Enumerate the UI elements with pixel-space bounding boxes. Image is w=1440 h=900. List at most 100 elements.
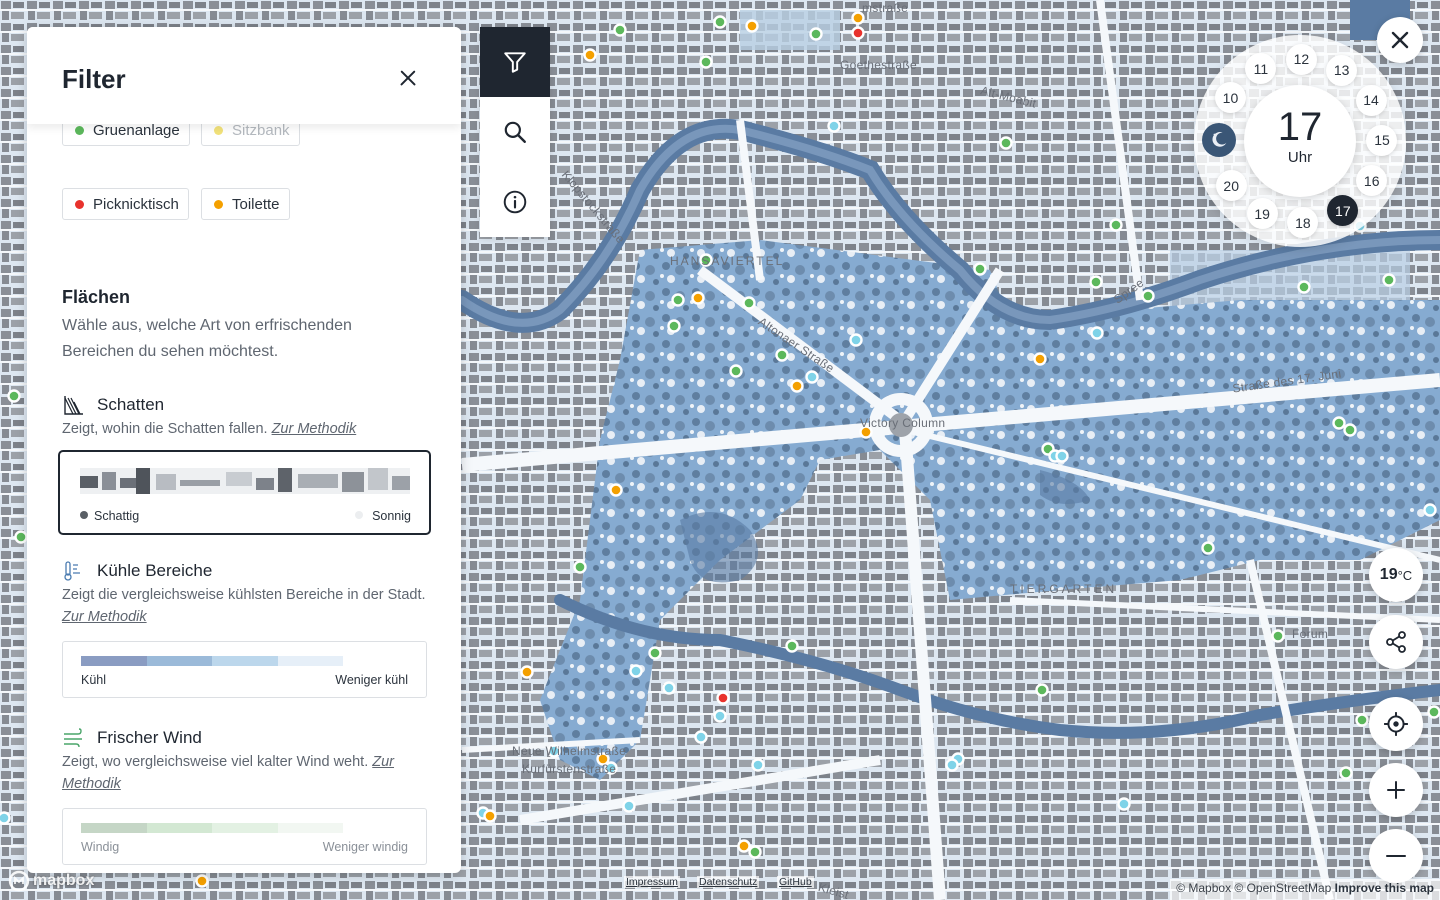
map-poi-marker[interactable] — [7, 389, 21, 403]
map-poi-marker[interactable] — [694, 730, 708, 744]
map-poi-marker[interactable] — [483, 809, 497, 823]
map-poi-marker[interactable] — [945, 758, 959, 772]
map-poi-marker[interactable] — [751, 758, 765, 772]
map-poi-marker[interactable] — [742, 296, 756, 310]
map-poi-marker[interactable] — [1423, 503, 1437, 517]
dial-hour-13[interactable]: 13 — [1326, 54, 1358, 86]
close-view-button[interactable] — [1377, 17, 1423, 63]
dial-hour-18[interactable]: 18 — [1287, 207, 1319, 239]
map-poi-marker[interactable] — [1201, 541, 1215, 555]
map-poi-marker[interactable] — [14, 530, 28, 544]
chip-toilette[interactable]: Toilette — [201, 188, 290, 220]
map-poi-marker[interactable] — [613, 23, 627, 37]
map-poi-marker[interactable] — [1427, 705, 1440, 719]
panel-body[interactable]: Gruenanlage Sitzbank Picknicktisch Toile… — [27, 124, 461, 873]
map-poi-marker[interactable] — [0, 811, 11, 825]
map-poi-marker[interactable] — [691, 291, 705, 305]
map-poi-marker[interactable] — [1297, 280, 1311, 294]
map-poi-marker[interactable] — [648, 646, 662, 660]
dial-hour-12[interactable]: 12 — [1285, 43, 1317, 75]
map-poi-marker[interactable] — [729, 364, 743, 378]
dial-hour-19[interactable]: 19 — [1246, 198, 1278, 230]
datenschutz-link[interactable]: Datenschutz — [697, 876, 760, 888]
map-poi-marker[interactable] — [1035, 683, 1049, 697]
improve-map-link[interactable]: Improve this map — [1335, 881, 1434, 895]
map-poi-marker[interactable] — [667, 319, 681, 333]
map-poi-marker[interactable] — [1090, 326, 1104, 340]
map-poi-marker[interactable] — [1089, 275, 1103, 289]
map-poi-marker[interactable] — [1382, 273, 1396, 287]
impressum-link[interactable]: Impressum — [624, 876, 680, 888]
map-poi-marker[interactable] — [583, 48, 597, 62]
map-poi-marker[interactable] — [662, 681, 676, 695]
map-poi-marker[interactable] — [1271, 629, 1285, 643]
map-poi-marker[interactable] — [1055, 449, 1069, 463]
map-poi-marker[interactable] — [713, 709, 727, 723]
map-poi-marker[interactable] — [713, 15, 727, 29]
cool-scale — [81, 656, 343, 666]
map-poi-marker[interactable] — [1033, 352, 1047, 366]
zoom-out-button[interactable] — [1369, 829, 1423, 883]
map-poi-marker[interactable] — [1355, 713, 1369, 727]
map-poi-marker[interactable] — [1332, 416, 1346, 430]
dial-hour-17[interactable]: 17 — [1327, 195, 1359, 227]
map-poi-marker[interactable] — [745, 19, 759, 33]
chip-picknicktisch[interactable]: Picknicktisch — [62, 188, 189, 220]
map-poi-marker[interactable] — [775, 348, 789, 362]
map-poi-marker[interactable] — [195, 874, 209, 888]
mapbox-logo[interactable]: mapbox — [8, 870, 94, 892]
map-poi-marker[interactable] — [809, 27, 823, 41]
dial-hour-10[interactable]: 10 — [1214, 82, 1246, 114]
legend-schatten[interactable]: Schattig Sonnig — [58, 450, 431, 535]
chip-gruenanlage[interactable]: Gruenanlage — [62, 124, 190, 146]
map-poi-marker[interactable] — [1117, 797, 1131, 811]
dial-hour-14[interactable]: 14 — [1355, 84, 1387, 116]
layer-wind-desc-text: Zeigt, wo vergleichsweise viel kalter Wi… — [62, 754, 369, 770]
legend-left-label: Windig — [81, 840, 120, 854]
map-poi-marker[interactable] — [790, 379, 804, 393]
filter-button[interactable] — [480, 27, 550, 97]
map-poi-marker[interactable] — [671, 293, 685, 307]
map-poi-marker[interactable] — [805, 370, 819, 384]
shadow-scale-graphic — [80, 468, 410, 494]
methodik-link-kuehle[interactable]: Zur Methodik — [62, 609, 147, 625]
dial-hour-15[interactable]: 15 — [1366, 124, 1398, 156]
share-button[interactable] — [1369, 615, 1423, 669]
map-poi-marker[interactable] — [973, 262, 987, 276]
map-poi-marker[interactable] — [1109, 218, 1123, 232]
close-filter-button[interactable] — [393, 63, 423, 93]
dial-hour-16[interactable]: 16 — [1356, 165, 1388, 197]
dial-hour-11[interactable]: 11 — [1245, 53, 1277, 85]
github-link[interactable]: GitHub — [777, 876, 814, 888]
map-poi-marker[interactable] — [629, 664, 643, 678]
map-poi-marker[interactable] — [737, 839, 751, 853]
legend-kuehle[interactable]: Kühl Weniger kühl — [62, 641, 427, 698]
legend-wind[interactable]: Windig Weniger windig — [62, 808, 427, 865]
map-poi-marker[interactable] — [699, 55, 713, 69]
map-poi-marker[interactable] — [622, 799, 636, 813]
map-poi-marker[interactable] — [827, 119, 841, 133]
map-poi-marker[interactable] — [851, 26, 865, 40]
info-button[interactable] — [480, 167, 550, 237]
map-poi-marker[interactable] — [1339, 766, 1353, 780]
map-poi-marker[interactable] — [1141, 289, 1155, 303]
methodik-link-schatten[interactable]: Zur Methodik — [272, 421, 357, 437]
time-dial[interactable]: 10 11 12 13 14 15 16 17 18 19 20 17 Uhr — [1194, 35, 1406, 247]
moon-icon — [1212, 132, 1227, 147]
chip-sitzbank[interactable]: Sitzbank — [201, 124, 300, 146]
map-poi-marker[interactable] — [849, 333, 863, 347]
map-poi-marker[interactable] — [748, 845, 762, 859]
map-poi-marker[interactable] — [609, 483, 623, 497]
search-button[interactable] — [480, 97, 550, 167]
dial-hour-20[interactable]: 20 — [1215, 170, 1247, 202]
map-poi-marker[interactable] — [573, 560, 587, 574]
map-poi-marker[interactable] — [999, 136, 1013, 150]
map-poi-marker[interactable] — [716, 691, 730, 705]
zoom-in-button[interactable] — [1369, 763, 1423, 817]
attribution-text[interactable]: © Mapbox © OpenStreetMap — [1176, 881, 1331, 895]
map-poi-marker[interactable] — [1343, 423, 1357, 437]
locate-button[interactable] — [1369, 697, 1423, 751]
night-mode-toggle[interactable] — [1202, 123, 1236, 157]
map-poi-marker[interactable] — [785, 639, 799, 653]
map-poi-marker[interactable] — [520, 665, 534, 679]
